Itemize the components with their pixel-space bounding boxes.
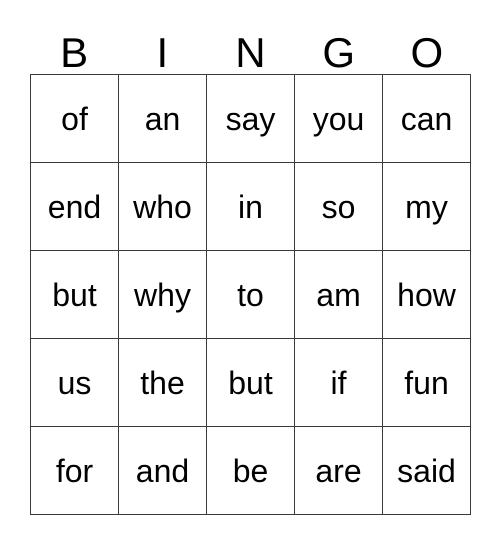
bingo-cell[interactable]: who (119, 163, 207, 251)
bingo-cell[interactable]: for (31, 427, 119, 515)
bingo-cell[interactable]: us (31, 339, 119, 427)
bingo-card: B I N G O of an say you can end who in s… (30, 22, 471, 515)
bingo-row: for and be are said (31, 427, 471, 515)
bingo-header-letter-n: N (235, 29, 266, 76)
bingo-cell[interactable]: and (119, 427, 207, 515)
bingo-row: but why to am how (31, 251, 471, 339)
bingo-cell[interactable]: but (207, 339, 295, 427)
bingo-header-letter-o: O (410, 29, 444, 76)
bingo-cell[interactable]: are (295, 427, 383, 515)
bingo-cell[interactable]: if (295, 339, 383, 427)
bingo-header-letter-g: G (322, 29, 355, 76)
bingo-cell[interactable]: say (207, 75, 295, 163)
bingo-cell[interactable]: so (295, 163, 383, 251)
bingo-cell[interactable]: be (207, 427, 295, 515)
bingo-row: us the but if fun (31, 339, 471, 427)
bingo-row: end who in so my (31, 163, 471, 251)
bingo-cell[interactable]: an (119, 75, 207, 163)
bingo-cell[interactable]: of (31, 75, 119, 163)
bingo-grid: of an say you can end who in so my but w… (30, 74, 471, 515)
bingo-header-letter-b: B (60, 29, 89, 76)
bingo-cell[interactable]: said (383, 427, 471, 515)
bingo-cell[interactable]: you (295, 75, 383, 163)
bingo-cell[interactable]: why (119, 251, 207, 339)
bingo-cell[interactable]: in (207, 163, 295, 251)
bingo-header-row: B I N G O (30, 22, 471, 74)
bingo-cell[interactable]: but (31, 251, 119, 339)
bingo-cell[interactable]: to (207, 251, 295, 339)
bingo-cell[interactable]: fun (383, 339, 471, 427)
bingo-cell[interactable]: the (119, 339, 207, 427)
bingo-cell[interactable]: end (31, 163, 119, 251)
bingo-cell[interactable]: how (383, 251, 471, 339)
bingo-header-letter-i: I (156, 29, 169, 76)
bingo-cell[interactable]: my (383, 163, 471, 251)
bingo-cell[interactable]: can (383, 75, 471, 163)
bingo-row: of an say you can (31, 75, 471, 163)
bingo-cell[interactable]: am (295, 251, 383, 339)
